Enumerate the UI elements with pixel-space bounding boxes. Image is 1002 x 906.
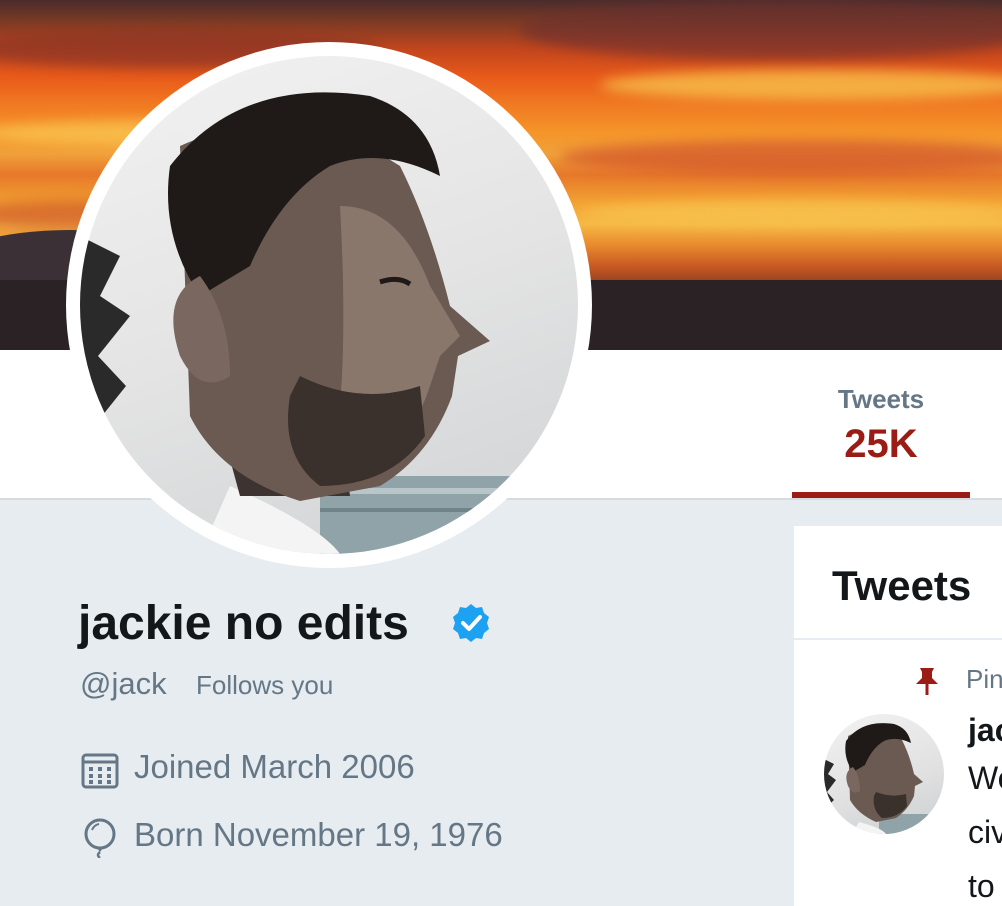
tweet-author-avatar[interactable] xyxy=(824,714,944,834)
tab-tweets-count: 25K xyxy=(844,422,918,466)
active-tab-indicator xyxy=(792,492,970,498)
tweet-text-line: We xyxy=(968,760,1002,796)
pinned-tweet-label: Pin xyxy=(966,664,1002,694)
tab-tweets[interactable]: Tweets 25K xyxy=(792,350,970,498)
balloon-icon xyxy=(84,818,116,858)
tweet-author-name[interactable]: jac xyxy=(968,712,1002,749)
follows-you-badge: Follows you xyxy=(196,670,334,700)
timeline-title: Tweets xyxy=(832,562,972,609)
avatar-photo xyxy=(80,56,578,554)
pin-icon xyxy=(916,668,938,695)
tweet-text-line: to xyxy=(968,868,995,904)
calendar-icon xyxy=(81,753,119,789)
tweets-timeline: Tweets Pin jac We civ to xyxy=(794,526,1002,906)
profile-handle[interactable]: @jack xyxy=(80,666,167,702)
timeline-header: Tweets xyxy=(794,526,1002,640)
portrait-illustration xyxy=(80,92,578,554)
tweet-text-line: civ xyxy=(968,814,1002,850)
profile-avatar[interactable] xyxy=(66,42,592,568)
birth-date: Born November 19, 1976 xyxy=(134,816,503,853)
joined-date: Joined March 2006 xyxy=(134,748,415,785)
tab-tweets-label: Tweets xyxy=(837,384,925,414)
display-name: jackie no edits xyxy=(78,597,409,650)
verified-badge-icon xyxy=(453,604,489,642)
